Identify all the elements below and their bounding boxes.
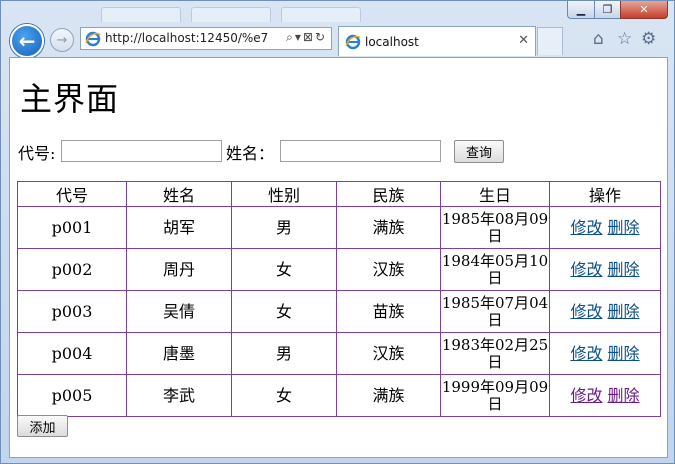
back-arrow-icon[interactable]: ← xyxy=(10,24,44,58)
cell-nation: 汉族 xyxy=(336,332,441,375)
cell-sex: 女 xyxy=(231,374,337,417)
edit-link[interactable]: 修改 xyxy=(570,302,602,321)
address-bar[interactable]: http://localhost:12450/%e7 ⌕▾⊠↻ xyxy=(80,27,332,50)
add-button[interactable]: 添加 xyxy=(17,415,68,437)
background-window-tab xyxy=(281,7,361,22)
header-birthday: 生日 xyxy=(440,181,550,207)
ie-logo-icon xyxy=(85,31,101,47)
forward-arrow-icon[interactable]: → xyxy=(50,28,74,52)
minimize-button[interactable]: ▁ xyxy=(567,1,595,19)
cell-birthday: 1985年08月09日 xyxy=(440,206,550,249)
ie-logo-icon xyxy=(345,34,361,50)
cell-code: p002 xyxy=(17,248,127,291)
code-label: 代号: xyxy=(18,144,56,163)
cell-name: 胡军 xyxy=(126,206,232,249)
cell-code: p003 xyxy=(17,290,127,333)
edit-link[interactable]: 修改 xyxy=(570,218,602,237)
header-code: 代号 xyxy=(17,181,127,207)
name-input[interactable] xyxy=(280,140,441,162)
delete-link[interactable]: 删除 xyxy=(608,386,640,405)
cell-sex: 男 xyxy=(231,206,337,249)
cell-birthday: 1999年09月09日 xyxy=(440,374,550,417)
cell-name: 吴倩 xyxy=(126,290,232,333)
table-header-row: 代号 姓名 性别 民族 生日 操作 xyxy=(17,181,661,207)
delete-link[interactable]: 删除 xyxy=(608,218,640,237)
delete-link[interactable]: 删除 xyxy=(608,344,640,363)
table-row: p004 唐墨 男 汉族 1983年02月25日 修改 删除 xyxy=(17,332,661,375)
close-window-button[interactable]: ✕ xyxy=(620,1,668,19)
navigation-bar: ← → http://localhost:12450/%e7 ⌕▾⊠↻ loca… xyxy=(1,23,675,58)
gear-icon[interactable]: ⚙ xyxy=(641,29,656,49)
cell-name: 唐墨 xyxy=(126,332,232,375)
cell-birthday: 1985年07月04日 xyxy=(440,290,550,333)
tab-localhost[interactable]: localhost ✕ xyxy=(338,26,536,56)
query-button[interactable]: 查询 xyxy=(454,140,504,163)
table-row: p003 吴倩 女 苗族 1985年07月04日 修改 删除 xyxy=(17,290,661,333)
table-row: p002 周丹 女 汉族 1984年05月10日 修改 删除 xyxy=(17,248,661,291)
cell-actions: 修改 删除 xyxy=(549,332,661,375)
background-window-tab xyxy=(191,7,271,22)
cell-actions: 修改 删除 xyxy=(549,248,661,291)
delete-link[interactable]: 删除 xyxy=(608,302,640,321)
cell-actions: 修改 删除 xyxy=(549,206,661,249)
cell-code: p001 xyxy=(17,206,127,249)
address-text[interactable]: http://localhost:12450/%e7 xyxy=(105,31,268,45)
cell-name: 李武 xyxy=(126,374,232,417)
header-sex: 性别 xyxy=(231,181,337,207)
cell-code: p005 xyxy=(17,374,127,417)
page-content: 主界面 代号: 姓名： 查询 代号 姓名 性别 民族 生日 操作 p001 胡军… xyxy=(9,57,668,458)
table-row: p001 胡军 男 满族 1985年08月09日 修改 删除 xyxy=(17,206,661,249)
cell-name: 周丹 xyxy=(126,248,232,291)
background-window-tab xyxy=(101,7,181,22)
browser-window: ▁ ❐ ✕ ← → http://localhost:12450/%e7 ⌕▾⊠… xyxy=(0,0,675,464)
cell-sex: 女 xyxy=(231,290,337,333)
cell-code: p004 xyxy=(17,332,127,375)
people-table: 代号 姓名 性别 民族 生日 操作 p001 胡军 男 满族 1985年08月0… xyxy=(17,181,661,417)
cell-nation: 汉族 xyxy=(336,248,441,291)
table-row: p005 李武 女 满族 1999年09月09日 修改 删除 xyxy=(17,374,661,417)
header-name: 姓名 xyxy=(126,181,232,207)
tab-label: localhost xyxy=(365,35,419,49)
edit-link[interactable]: 修改 xyxy=(570,344,602,363)
home-icon[interactable]: ⌂ xyxy=(593,29,604,49)
maximize-button[interactable]: ❐ xyxy=(594,1,621,19)
header-nation: 民族 xyxy=(336,181,441,207)
edit-link[interactable]: 修改 xyxy=(570,260,602,279)
code-input[interactable] xyxy=(61,140,222,162)
title-bar: ▁ ❐ ✕ xyxy=(1,1,675,23)
address-tools[interactable]: ⌕▾⊠↻ xyxy=(286,30,327,45)
close-tab-icon[interactable]: ✕ xyxy=(518,33,529,48)
delete-link[interactable]: 删除 xyxy=(608,260,640,279)
header-actions: 操作 xyxy=(549,181,661,207)
cell-birthday: 1984年05月10日 xyxy=(440,248,550,291)
cell-birthday: 1983年02月25日 xyxy=(440,332,550,375)
edit-link[interactable]: 修改 xyxy=(570,386,602,405)
cell-nation: 满族 xyxy=(336,374,441,417)
cell-actions: 修改 删除 xyxy=(549,290,661,333)
cell-nation: 满族 xyxy=(336,206,441,249)
favorites-star-icon[interactable]: ☆ xyxy=(617,29,632,49)
cell-nation: 苗族 xyxy=(336,290,441,333)
new-tab-button[interactable] xyxy=(537,27,563,55)
page-title: 主界面 xyxy=(20,80,120,118)
cell-sex: 男 xyxy=(231,332,337,375)
cell-sex: 女 xyxy=(231,248,337,291)
cell-actions: 修改 删除 xyxy=(549,374,661,417)
name-label: 姓名： xyxy=(226,144,275,163)
